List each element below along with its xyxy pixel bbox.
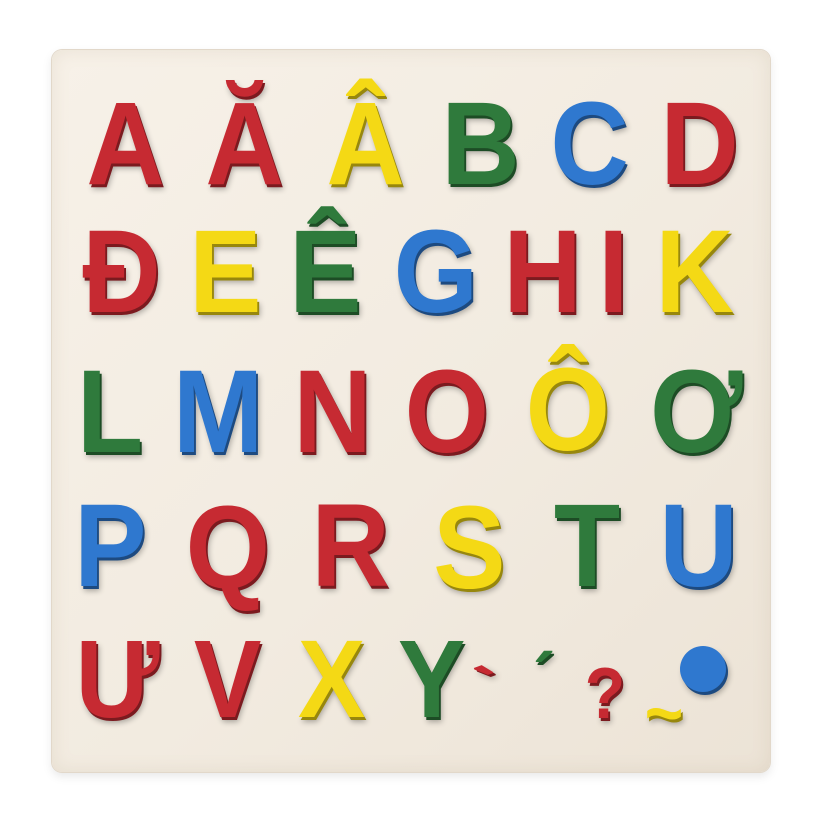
letter-piece-b[interactable]: B — [438, 85, 524, 203]
alphabet-puzzle-board: A Ă Â B C D Đ E Ê G H I K L M N O Ô Ơ P … — [52, 50, 770, 772]
letter-piece-d-stroke[interactable]: Đ — [76, 213, 168, 331]
tone-mark-tilde[interactable]: ~ — [632, 678, 696, 750]
letter-piece-g[interactable]: G — [386, 213, 486, 331]
letter-piece-o-circumflex[interactable]: Ô — [518, 351, 618, 469]
letter-piece-s[interactable]: S — [424, 489, 514, 607]
letter-piece-t[interactable]: T — [544, 487, 630, 605]
letter-piece-u-horn[interactable]: Ư — [66, 625, 170, 735]
letter-piece-h[interactable]: H — [500, 213, 586, 331]
letter-piece-c[interactable]: C — [544, 85, 636, 203]
letter-piece-i[interactable]: I — [595, 213, 631, 331]
letter-piece-l[interactable]: L — [70, 353, 150, 471]
letter-piece-o-horn[interactable]: Ơ — [642, 353, 750, 471]
letter-piece-p[interactable]: P — [70, 487, 150, 605]
letter-piece-x[interactable]: X — [284, 625, 380, 735]
tone-mark-acute[interactable]: ´ — [524, 644, 564, 716]
letter-piece-n[interactable]: N — [288, 353, 378, 471]
tone-mark-hook[interactable]: ? — [580, 658, 630, 730]
letter-piece-a-circumflex[interactable]: Â — [318, 85, 414, 203]
letter-piece-m[interactable]: M — [166, 353, 270, 471]
letter-piece-o[interactable]: O — [396, 353, 498, 471]
letter-piece-k[interactable]: K — [650, 213, 740, 331]
letter-piece-q[interactable]: Q — [176, 489, 280, 607]
letter-piece-d[interactable]: D — [655, 85, 745, 203]
letter-piece-e-circumflex[interactable]: Ê — [284, 213, 366, 331]
letter-piece-e[interactable]: E — [184, 213, 266, 331]
letter-piece-a-breve[interactable]: Ă — [197, 85, 293, 203]
tone-mark-dot[interactable] — [680, 646, 726, 692]
letter-piece-r[interactable]: R — [304, 487, 398, 605]
letter-piece-u[interactable]: U — [656, 487, 742, 605]
letter-piece-a[interactable]: A — [78, 85, 174, 203]
letter-piece-v[interactable]: V — [180, 625, 276, 735]
